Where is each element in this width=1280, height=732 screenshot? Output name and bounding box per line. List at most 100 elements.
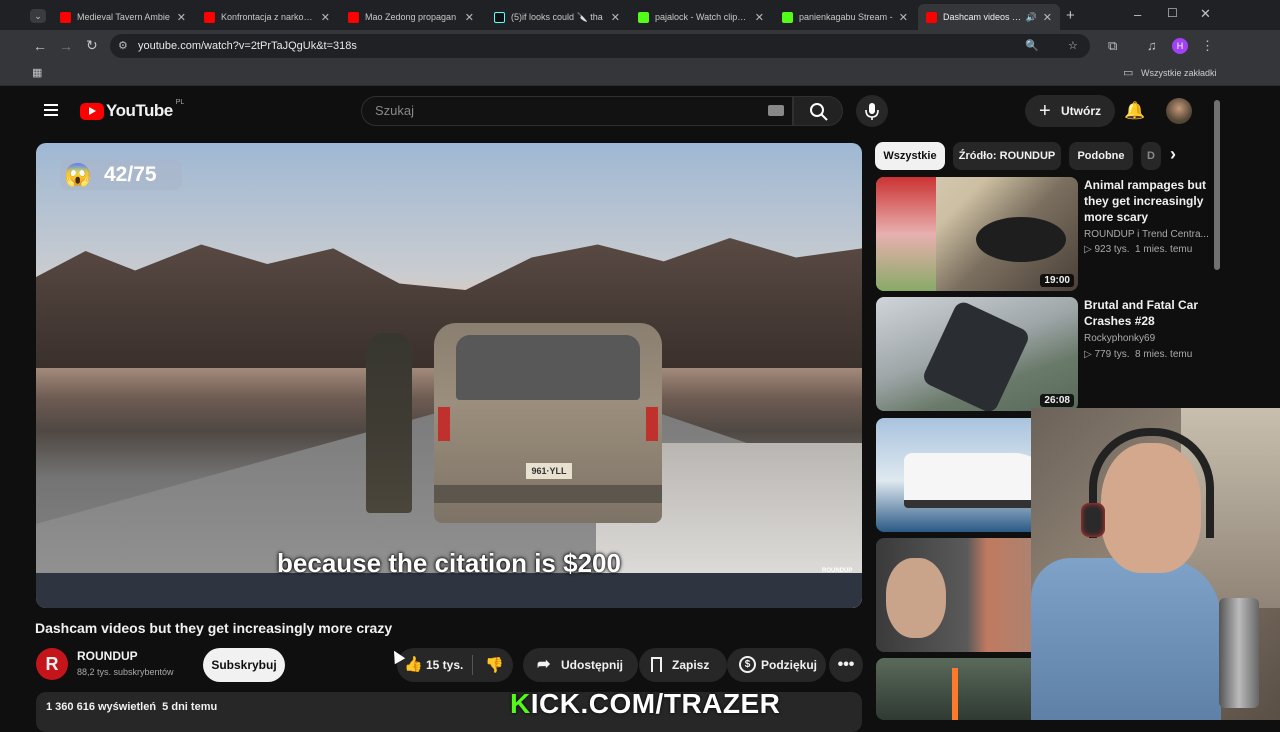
close-tab-icon[interactable]: ✕ bbox=[611, 11, 620, 24]
chip-source-roundup[interactable]: Źródło: ROUNDUP bbox=[953, 142, 1061, 170]
minimize-window-icon[interactable]: – bbox=[1134, 8, 1141, 21]
youtube-favicon-icon bbox=[204, 11, 215, 23]
channel-avatar[interactable]: R bbox=[36, 648, 68, 680]
tab-title: Konfrontacja z narkoma bbox=[221, 12, 315, 22]
maximize-window-icon[interactable]: ☐ bbox=[1167, 7, 1178, 19]
bookmark-star-icon[interactable]: ☆ bbox=[1068, 34, 1078, 58]
extensions-icon[interactable]: ⧉ bbox=[1108, 39, 1117, 52]
video-caption: because the citation is $200 bbox=[277, 548, 621, 578]
lightning-shape bbox=[952, 668, 958, 720]
tab-title: Medieval Tavern Ambie bbox=[77, 12, 170, 22]
close-window-icon[interactable]: ✕ bbox=[1200, 7, 1211, 20]
account-avatar[interactable] bbox=[1166, 98, 1192, 124]
close-tab-icon[interactable]: ✕ bbox=[177, 11, 186, 24]
close-tab-icon[interactable]: ✕ bbox=[321, 11, 330, 24]
microphone-icon bbox=[865, 103, 879, 120]
search-button[interactable] bbox=[793, 96, 843, 126]
chips-next-chevron-icon[interactable]: › bbox=[1170, 144, 1176, 165]
zoom-icon[interactable]: 🔍 bbox=[1025, 34, 1039, 58]
keyboard-icon[interactable] bbox=[768, 105, 784, 116]
chip-similar[interactable]: Podobne bbox=[1069, 142, 1133, 170]
browser-tab-4[interactable]: (5)if looks could 🔪 tha ✕ bbox=[486, 4, 628, 30]
address-bar[interactable]: ⚙ youtube.com/watch?v=2tPrTaJQgUk&t=318s… bbox=[110, 34, 1090, 58]
dislike-button[interactable]: 👎 bbox=[476, 648, 513, 682]
subscribe-button[interactable]: Subskrybuj bbox=[203, 648, 285, 682]
streamer-body bbox=[1031, 558, 1221, 720]
rec-thumbnail-1[interactable]: 19:00 bbox=[876, 177, 1078, 291]
reload-icon[interactable]: ↻ bbox=[86, 38, 98, 52]
browser-tab-3[interactable]: Mao Zedong propagan ✕ bbox=[340, 4, 482, 30]
chip-all[interactable]: Wszystkie bbox=[875, 142, 945, 170]
thanks-dollar-icon: $ bbox=[739, 656, 756, 673]
search-icon bbox=[810, 103, 828, 121]
police-officer bbox=[366, 333, 412, 513]
more-actions-button[interactable]: ••• bbox=[829, 648, 863, 682]
can-object bbox=[1219, 598, 1259, 708]
browser-menu-icon[interactable]: ⋮ bbox=[1201, 39, 1214, 52]
channel-name[interactable]: ROUNDUP bbox=[77, 649, 138, 663]
youtube-logo[interactable]: YouTube PL bbox=[80, 99, 184, 121]
right-taillight bbox=[646, 407, 658, 441]
toolbar: ← → ↻ ⚙ youtube.com/watch?v=2tPrTaJQgUk&… bbox=[0, 30, 1280, 62]
rec-channel[interactable]: ROUNDUP i Trend Centra... bbox=[1084, 229, 1214, 240]
create-button[interactable]: + Utwórz bbox=[1025, 95, 1115, 127]
kick-favicon-icon bbox=[782, 11, 793, 23]
close-tab-icon[interactable]: ✕ bbox=[755, 11, 764, 24]
audio-playing-icon[interactable]: 🔊 bbox=[1026, 12, 1037, 23]
kick-logo-k: K bbox=[510, 688, 531, 719]
close-tab-icon[interactable]: ✕ bbox=[899, 11, 908, 24]
profile-avatar[interactable]: H bbox=[1172, 38, 1188, 54]
rec-title[interactable]: Brutal and Fatal Car Crashes #28 bbox=[1084, 297, 1214, 329]
thanks-button[interactable]: $ Podziękuj bbox=[727, 648, 826, 682]
back-arrow-icon[interactable]: ← bbox=[33, 39, 47, 53]
notifications-bell-icon[interactable]: 🔔 bbox=[1124, 101, 1145, 121]
like-button[interactable]: 👍 15 tys. bbox=[397, 648, 471, 682]
hamburger-menu-icon[interactable] bbox=[44, 104, 58, 116]
counter-text: 42/75 bbox=[104, 163, 157, 186]
more-dots-icon: ••• bbox=[837, 656, 855, 673]
button-divider bbox=[472, 655, 473, 675]
suv-rear-window bbox=[456, 335, 640, 400]
plus-icon: + bbox=[1039, 100, 1051, 122]
browser-tab-5[interactable]: pajalock - Watch clips o ✕ bbox=[630, 4, 772, 30]
browser-tab-active[interactable]: Dashcam videos bu 🔊 ✕ bbox=[918, 4, 1060, 30]
rec-title[interactable]: Animal rampages but they get increasingl… bbox=[1084, 177, 1214, 225]
share-button[interactable]: ➦ Udostępnij bbox=[523, 648, 638, 682]
youtube-favicon-icon bbox=[348, 11, 359, 23]
media-control-icon[interactable]: ♫ bbox=[1147, 39, 1157, 52]
suv-vehicle: 961·YLL bbox=[434, 323, 662, 523]
bull-shape bbox=[976, 217, 1066, 262]
save-button[interactable]: Zapisz bbox=[639, 648, 727, 682]
close-tab-icon[interactable]: ✕ bbox=[465, 11, 474, 24]
apps-grid-icon[interactable]: ▦ bbox=[32, 68, 42, 79]
video-player[interactable]: 961·YLL 😱 42/75 because the citation is … bbox=[36, 143, 862, 608]
crashed-car-shape bbox=[920, 299, 1032, 411]
rec-thumbnail-2[interactable]: 26:08 bbox=[876, 297, 1078, 411]
tab-search-chevron-icon[interactable]: ⌄ bbox=[30, 9, 46, 23]
site-info-icon[interactable]: ⚙ bbox=[118, 34, 128, 58]
tab-strip: ⌄ Medieval Tavern Ambie ✕ Konfrontacja z … bbox=[0, 0, 1280, 30]
new-tab-plus-icon[interactable]: + bbox=[1066, 8, 1075, 23]
close-tab-icon[interactable]: ✕ bbox=[1043, 11, 1052, 24]
search-placeholder: Szukaj bbox=[375, 103, 415, 118]
left-taillight bbox=[438, 407, 450, 441]
kick-overlay-rest: ICK.COM/TRAZER bbox=[530, 688, 781, 719]
url-text: youtube.com/watch?v=2tPrTaJQgUk&t=318s bbox=[138, 40, 357, 52]
rec-channel[interactable]: Rockyphonky69 bbox=[1084, 333, 1155, 344]
thumbs-up-icon: 👍 bbox=[404, 656, 423, 673]
kick-overlay-text: KICK.COM/TRAZER bbox=[510, 688, 780, 720]
chip-partial[interactable]: D bbox=[1141, 142, 1161, 170]
browser-tab-2[interactable]: Konfrontacja z narkoma ✕ bbox=[196, 4, 338, 30]
search-input[interactable]: Szukaj bbox=[361, 96, 793, 126]
tab-title: panienkagabu Stream - bbox=[799, 12, 893, 22]
tiktok-favicon-icon bbox=[494, 11, 505, 23]
browser-tab-6[interactable]: panienkagabu Stream - ✕ bbox=[774, 4, 916, 30]
share-label: Udostępnij bbox=[561, 658, 623, 672]
tab-title: Mao Zedong propagan bbox=[365, 12, 457, 22]
all-bookmarks-link[interactable]: Wszystkie zakładki bbox=[1141, 68, 1217, 78]
forward-arrow-icon[interactable]: → bbox=[59, 39, 73, 53]
browser-tab-1[interactable]: Medieval Tavern Ambie ✕ bbox=[52, 4, 194, 30]
scream-emoji-icon: 😱 bbox=[64, 162, 92, 187]
voice-search-button[interactable] bbox=[856, 95, 888, 127]
page-scrollbar[interactable] bbox=[1214, 100, 1220, 270]
